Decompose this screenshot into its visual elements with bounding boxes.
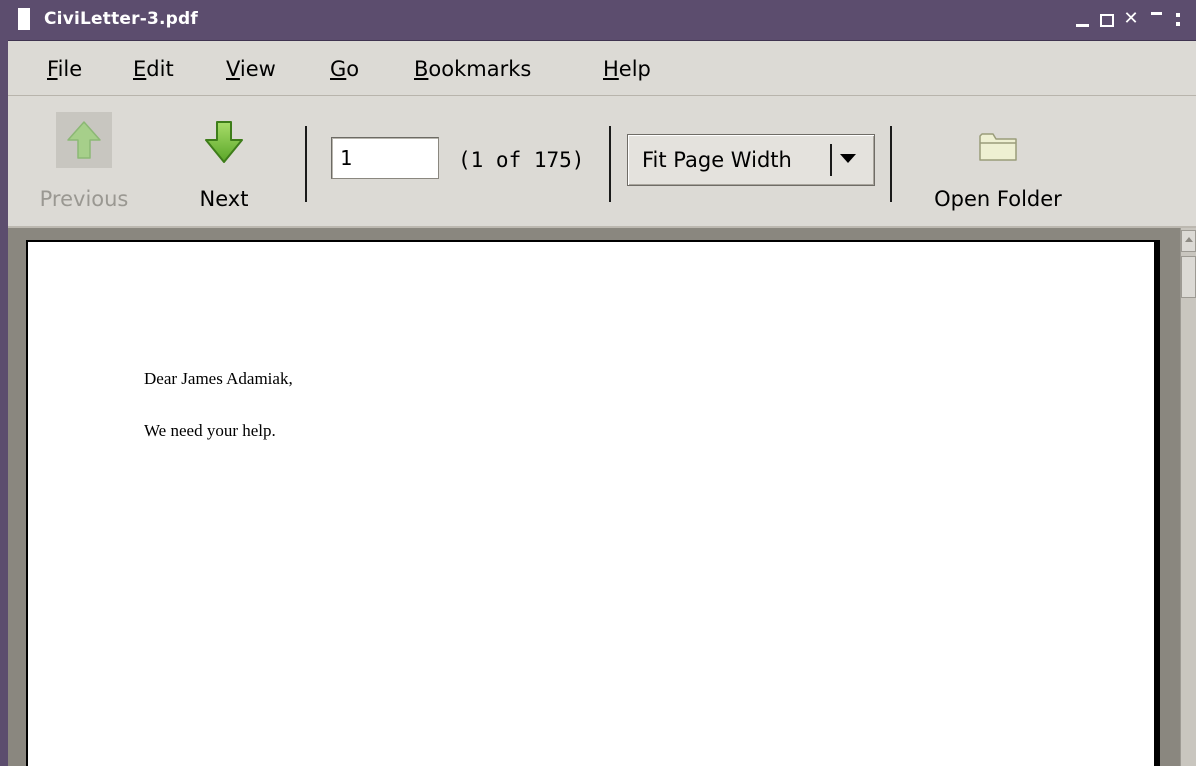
window-left-frame bbox=[0, 0, 8, 766]
menu-go-rest: o bbox=[346, 57, 360, 81]
mnemonic-h: H bbox=[603, 57, 619, 81]
arrow-up-small-icon bbox=[1185, 237, 1193, 242]
scroll-thumb[interactable] bbox=[1181, 256, 1196, 298]
zoom-dropdown[interactable]: Fit Page Width bbox=[627, 134, 875, 186]
window-menu-icon[interactable] bbox=[1170, 6, 1190, 32]
open-folder-button[interactable]: Open Folder bbox=[912, 104, 1084, 216]
mnemonic-g: G bbox=[330, 57, 347, 81]
menu-edit[interactable]: Edit bbox=[133, 55, 174, 83]
menu-bar: File Edit View Go Bookmarks Help bbox=[8, 41, 1196, 96]
shade-icon[interactable] bbox=[1148, 6, 1166, 32]
arrow-down-icon bbox=[205, 121, 243, 163]
mnemonic-f: F bbox=[47, 57, 58, 81]
menu-bookmarks[interactable]: Bookmarks bbox=[414, 55, 531, 83]
page-count-label: (1 of 175) bbox=[458, 148, 585, 172]
next-button[interactable]: Next bbox=[176, 104, 272, 216]
menu-go[interactable]: Go bbox=[330, 55, 359, 83]
menu-bookmarks-rest: ookmarks bbox=[428, 57, 532, 81]
page-number-input[interactable] bbox=[331, 137, 439, 179]
next-label: Next bbox=[199, 187, 249, 211]
window-title: CiviLetter-3.pdf bbox=[44, 9, 199, 29]
folder-icon bbox=[979, 133, 1017, 161]
menu-edit-rest: dit bbox=[146, 57, 174, 81]
title-bar[interactable]: CiviLetter-3.pdf ✕ bbox=[8, 0, 1196, 41]
previous-button[interactable]: Previous bbox=[24, 104, 144, 216]
menu-file-rest: ile bbox=[57, 57, 83, 81]
menu-help[interactable]: Help bbox=[603, 55, 651, 83]
scroll-up-button[interactable] bbox=[1181, 230, 1196, 252]
mnemonic-v: V bbox=[226, 57, 240, 81]
pdf-viewer-window: CiviLetter-3.pdf ✕ File Edit View Go Boo… bbox=[0, 0, 1196, 766]
close-icon[interactable]: ✕ bbox=[1120, 6, 1142, 32]
previous-label: Previous bbox=[39, 187, 129, 211]
menu-file[interactable]: File bbox=[47, 55, 82, 83]
maximize-icon[interactable] bbox=[1096, 6, 1116, 32]
pdf-page: Dear James Adamiak, We need your help. bbox=[26, 240, 1156, 766]
open-folder-label: Open Folder bbox=[934, 187, 1062, 211]
toolbar-separator bbox=[890, 126, 892, 202]
zoom-selected-value: Fit Page Width bbox=[642, 148, 792, 172]
menu-view-rest: iew bbox=[239, 57, 276, 81]
arrow-up-icon bbox=[67, 121, 101, 159]
vertical-scrollbar[interactable] bbox=[1180, 228, 1196, 766]
document-icon bbox=[18, 8, 30, 30]
toolbar: Previous Next (1 of 175) Fit Page Width bbox=[8, 96, 1196, 228]
mnemonic-e: E bbox=[133, 57, 147, 81]
toolbar-separator bbox=[609, 126, 611, 202]
menu-help-rest: elp bbox=[618, 57, 651, 81]
zoom-divider bbox=[830, 144, 832, 176]
minimize-icon[interactable] bbox=[1072, 6, 1092, 32]
mnemonic-b: B bbox=[414, 57, 429, 81]
chevron-down-icon[interactable] bbox=[840, 154, 856, 163]
document-view[interactable]: Dear James Adamiak, We need your help. bbox=[8, 228, 1196, 766]
menu-view[interactable]: View bbox=[226, 55, 276, 83]
letter-greeting: Dear James Adamiak, bbox=[144, 369, 293, 388]
toolbar-separator bbox=[305, 126, 307, 202]
letter-body: We need your help. bbox=[144, 421, 276, 440]
